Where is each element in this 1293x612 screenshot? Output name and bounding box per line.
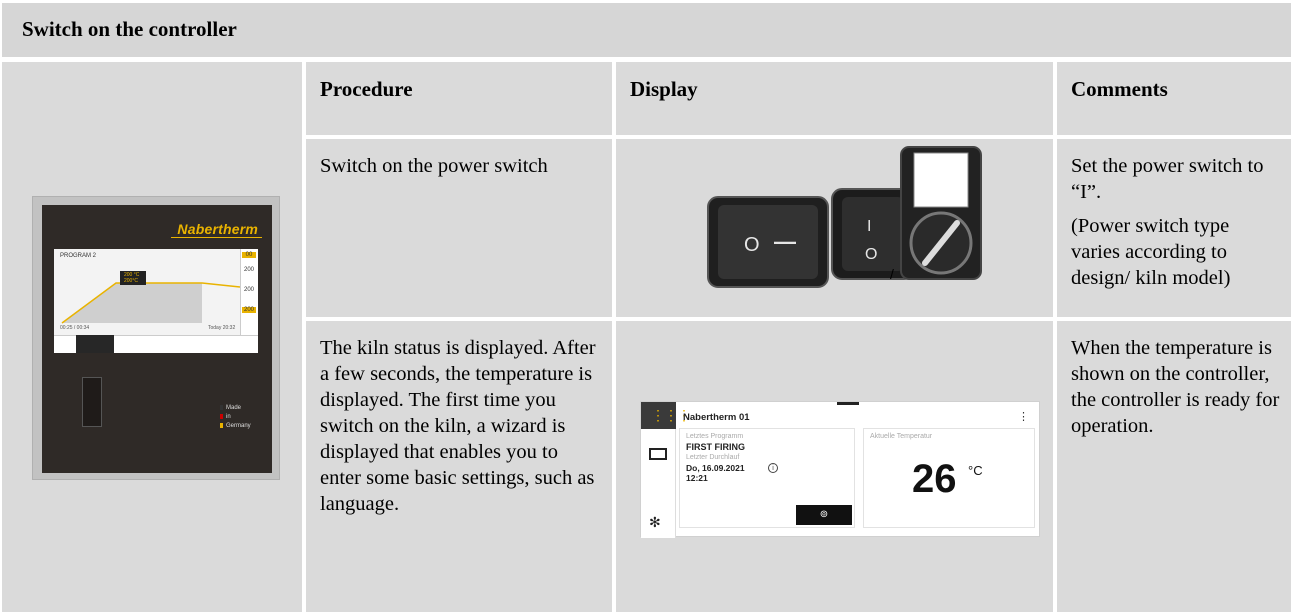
comment-text: When the temperature is shown on the con… [1071,337,1280,437]
procedure-text: Switch on the power switch [320,155,548,177]
row1-procedure: Switch on the power switch [306,139,612,317]
screen-notch [837,402,859,405]
header-display: Display [616,62,1053,135]
row2-procedure: The kiln status is displayed. After a fe… [306,321,612,612]
document-page: Switch on the controller Procedure Displ… [0,0,1293,612]
setpoint-label: 200 °C 200°C [124,272,140,284]
clock: Today 20:32 [208,325,236,331]
nav-grid-icon[interactable]: ⋮⋮⋮ [641,402,691,429]
device-name: Nabertherm 01 [683,412,750,423]
controller-photo: Nabertherm PROGRAM 2 200 °C 200°C 00 200… [32,196,280,480]
header-comments: Comments [1057,62,1291,135]
made-in-line-1: Made [220,405,241,411]
menu-icon[interactable]: ⋮ [1018,410,1029,423]
last-program-value: FIRST FIRING [686,442,745,452]
nav-chart-icon[interactable] [649,448,667,460]
controller-housing: Nabertherm PROGRAM 2 200 °C 200°C 00 200… [42,205,272,473]
controller-side-panel: 00 200 200 200 [240,249,258,335]
made-in-line-2: in [220,414,231,420]
brand-logo: Nabertherm [171,221,262,238]
run-time: 00:25 / 00:34 [60,325,90,331]
switch-label-dash: — [774,229,796,254]
usb-slot [82,377,102,427]
screen-nav-bar: ⋮⋮⋮ ✻ [641,402,691,538]
made-in-line-3: Germany [220,423,251,429]
last-program-tile: Letztes Programm FIRST FIRING Letzter Du… [679,428,855,528]
row2-display: ⋮⋮⋮ ✻ Nabertherm 01 ⋮ Letztes Programm F… [616,321,1053,612]
current-temp-label: Aktuelle Temperatur [870,433,933,440]
current-temperature-tile: Aktuelle Temperatur 26 °C [863,428,1035,528]
info-icon[interactable]: i [768,463,778,473]
last-run-label: Letzter Durchlauf [686,454,740,461]
controller-nav [54,335,258,353]
controller-screen: PROGRAM 2 200 °C 200°C 00 200 200 200 00… [54,249,258,353]
row1-comments: Set the power switch to “I”. (Power swit… [1057,139,1291,317]
last-run-time: 12:21 [686,473,708,483]
row1-display: O — I O / [616,139,1053,317]
power-switch-images: O — I O / [707,146,982,288]
switch-label-off: O [744,234,760,256]
switch-label-off-vertical: O [865,246,877,263]
switch-separator: / [890,266,894,282]
comment-line-1: Set the power switch to “I”. [1071,155,1264,203]
header-procedure: Procedure [306,62,612,135]
start-program-button[interactable]: ⊚ [796,505,852,525]
section-title: Switch on the controller [22,17,237,41]
last-program-label: Letztes Programm [686,433,744,440]
current-temp-value: 26 [912,457,957,501]
switch-label-on: I [867,218,871,235]
temp-unit: °C [968,463,983,478]
controller-screen-image: ⋮⋮⋮ ✻ Nabertherm 01 ⋮ Letztes Programm F… [640,401,1040,538]
nav-settings-icon[interactable]: ✻ [649,514,661,531]
comment-line-2: (Power switch type varies according to d… [1071,215,1231,289]
last-run-date: Do, 16.09.2021 [686,463,745,473]
row2-comments: When the temperature is shown on the con… [1057,321,1291,612]
section-title-bar: Switch on the controller [2,3,1291,57]
grid-icon[interactable] [76,335,114,353]
procedure-text: The kiln status is displayed. After a fe… [320,337,596,515]
